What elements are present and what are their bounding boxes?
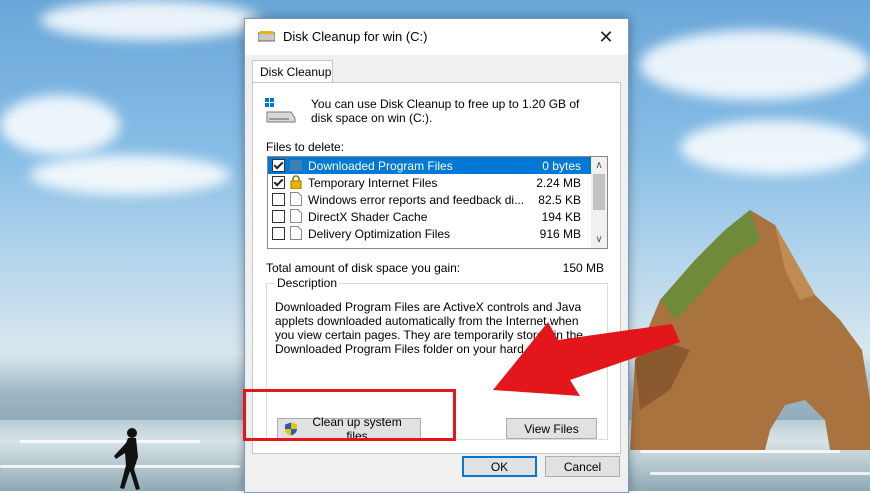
folder-icon <box>290 160 302 171</box>
cancel-label: Cancel <box>563 459 602 474</box>
list-item[interactable]: Windows error reports and feedback di...… <box>268 191 591 208</box>
file-category-name: Delivery Optimization Files <box>308 227 451 241</box>
file-category-size: 194 KB <box>541 210 581 224</box>
list-item[interactable]: Delivery Optimization Files 916 MB <box>268 225 591 242</box>
cloud <box>30 155 230 195</box>
cloud <box>680 120 870 175</box>
list-scrollbar[interactable]: ∧ ∨ <box>591 157 607 248</box>
list-item[interactable]: Temporary Internet Files 2.24 MB <box>268 174 591 191</box>
tab-label: Disk Cleanup <box>260 65 332 79</box>
file-icon <box>290 226 302 240</box>
close-icon: ✕ <box>598 26 614 47</box>
file-icon <box>290 192 302 206</box>
ok-button[interactable]: OK <box>462 456 537 477</box>
lock-icon <box>290 175 302 189</box>
files-to-delete-list[interactable]: Downloaded Program Files 0 bytes Tempora… <box>267 156 608 249</box>
list-item[interactable]: DirectX Shader Cache 194 KB <box>268 208 591 225</box>
view-files-label: View Files <box>524 421 579 436</box>
checkbox[interactable] <box>272 159 285 172</box>
list-item[interactable]: Downloaded Program Files 0 bytes <box>268 157 591 174</box>
total-space-value: 150 MB <box>562 261 604 275</box>
description-text: Downloaded Program Files are ActiveX con… <box>275 300 583 356</box>
cloud <box>640 30 870 100</box>
sea-arch-rock <box>630 210 870 450</box>
files-to-delete-label: Files to delete: <box>266 140 345 154</box>
disk-cleanup-icon <box>258 31 275 42</box>
file-category-size: 0 bytes <box>542 159 581 173</box>
file-category-name: Downloaded Program Files <box>308 159 453 173</box>
description-legend: Description <box>275 276 340 290</box>
chevron-down-icon: ∨ <box>595 234 603 245</box>
runner-silhouette <box>114 428 140 490</box>
scroll-thumb[interactable] <box>593 174 605 210</box>
checkbox[interactable] <box>272 176 285 189</box>
file-category-name: Temporary Internet Files <box>308 176 438 190</box>
file-category-name: DirectX Shader Cache <box>308 210 428 224</box>
cloud <box>40 0 260 40</box>
total-space-label: Total amount of disk space you gain: <box>266 261 461 275</box>
annotation-highlight-box <box>243 389 456 441</box>
chevron-up-icon: ∧ <box>595 160 603 171</box>
scroll-up-button[interactable]: ∧ <box>591 157 607 174</box>
cancel-button[interactable]: Cancel <box>545 456 620 477</box>
file-category-size: 916 MB <box>539 227 581 241</box>
title-bar[interactable]: Disk Cleanup for win (C:) ✕ <box>245 19 628 55</box>
window-title: Disk Cleanup for win (C:) <box>283 29 428 44</box>
checkbox[interactable] <box>272 210 285 223</box>
intro-text: You can use Disk Cleanup to free up to 1… <box>311 97 580 125</box>
file-category-size: 2.24 MB <box>536 176 581 190</box>
ok-label: OK <box>490 459 509 474</box>
checkbox[interactable] <box>272 193 285 206</box>
close-button[interactable]: ✕ <box>584 19 628 55</box>
cloud <box>0 95 120 155</box>
file-category-name: Windows error reports and feedback di... <box>308 193 525 207</box>
view-files-button[interactable]: View Files <box>506 418 597 439</box>
checkbox[interactable] <box>272 227 285 240</box>
scroll-down-button[interactable]: ∨ <box>591 231 607 248</box>
file-icon <box>290 209 302 223</box>
file-category-size: 82.5 KB <box>538 193 581 207</box>
tab-disk-cleanup[interactable]: Disk Cleanup <box>252 60 333 83</box>
hard-drive-icon <box>265 98 296 123</box>
